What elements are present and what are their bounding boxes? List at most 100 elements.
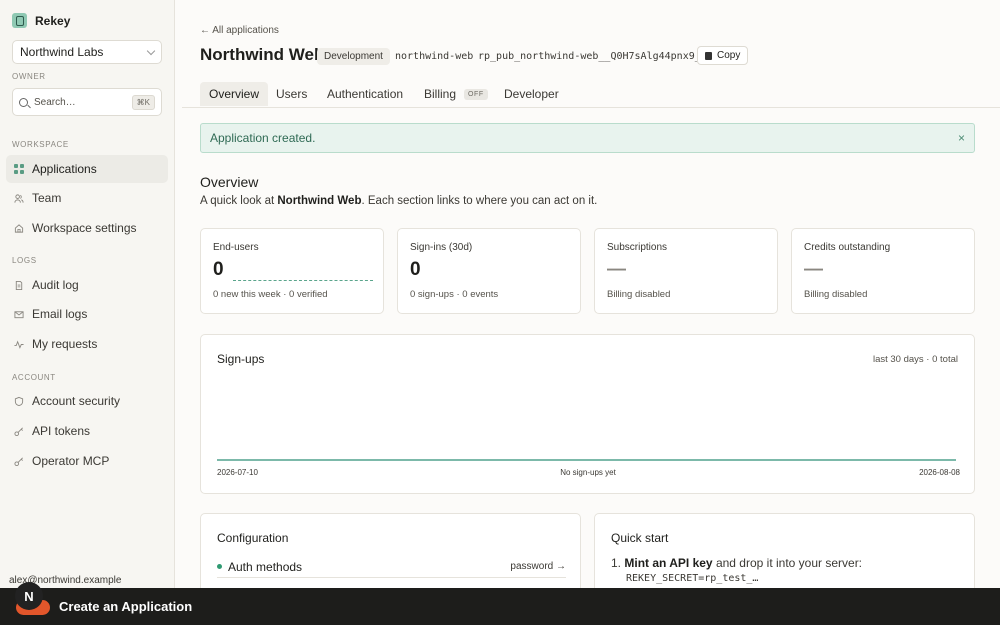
copy-label: Copy — [717, 50, 741, 61]
people-icon — [14, 193, 24, 203]
sparkline — [233, 280, 373, 281]
grid-icon — [14, 164, 24, 174]
key-icon — [14, 456, 24, 466]
avatar[interactable]: N — [15, 582, 43, 610]
sidebar-item-label: Email logs — [32, 307, 88, 321]
brand[interactable]: Rekey — [12, 13, 70, 28]
copy-icon — [705, 51, 712, 60]
main-content: ← All applications Northwind Web Develop… — [175, 0, 1000, 625]
document-icon — [14, 280, 24, 290]
sidebar-item-team[interactable]: Team — [6, 184, 168, 212]
stat-sub: Billing disabled — [607, 289, 671, 300]
stat-card-sign-ins[interactable]: Sign-ins (30d) 0 0 sign-ups · 0 events — [397, 228, 581, 314]
sign-ups-chart: 2026-07-10 No sign-ups yet 2026-08-08 — [217, 459, 961, 477]
sidebar-item-operator-mcp[interactable]: Operator MCP — [6, 447, 168, 475]
stat-value: 0 — [213, 259, 224, 280]
quick-start-step-1: 1. Mint an API key and drop it into your… — [611, 556, 862, 570]
step-action[interactable]: Mint an API key — [624, 556, 712, 570]
sidebar-item-label: Audit log — [32, 278, 79, 292]
stat-label: Subscriptions — [607, 242, 668, 253]
billing-off-badge: OFF — [464, 88, 488, 100]
stat-value: — — [804, 259, 823, 280]
tab-overview[interactable]: Overview — [200, 82, 269, 106]
stat-card-subscriptions[interactable]: Subscriptions — Billing disabled — [594, 228, 778, 314]
desc-suffix: . Each section links to where you can ac… — [361, 195, 598, 207]
search-shortcut: ⌘K — [131, 94, 155, 110]
tab-billing[interactable]: Billing OFF — [415, 82, 497, 106]
auth-methods-value: password → — [510, 561, 566, 572]
tab-label: Overview — [209, 87, 260, 101]
stat-card-end-users[interactable]: End-users 0 0 new this week · 0 verified — [200, 228, 384, 314]
tab-authentication[interactable]: Authentication — [318, 82, 412, 106]
shield-icon — [14, 396, 24, 406]
x-tick-end: 2026-08-08 — [919, 468, 960, 477]
home-icon — [14, 223, 24, 233]
sidebar-item-api-tokens[interactable]: API tokens — [6, 417, 168, 445]
quick-start-title: Quick start — [611, 531, 669, 545]
empty-state-label: No sign-ups yet — [560, 468, 616, 477]
success-alert: Application created. × — [200, 123, 975, 153]
stat-sub: Billing disabled — [804, 289, 868, 300]
search-input[interactable]: Search… ⌘K — [12, 88, 162, 116]
mail-icon — [14, 309, 24, 319]
tab-bar: Overview Users Authentication Billing OF… — [182, 80, 1000, 108]
sidebar-item-workspace-settings[interactable]: Workspace settings — [6, 214, 168, 242]
sidebar-item-label: Workspace settings — [32, 221, 137, 235]
activity-icon — [14, 339, 24, 349]
stat-sub: 0 sign-ups · 0 events — [410, 289, 499, 300]
sidebar-item-label: My requests — [32, 337, 98, 351]
sidebar-item-label: Account security — [32, 394, 121, 408]
auth-methods-label: Auth methods — [228, 559, 303, 574]
sidebar-item-account-security[interactable]: Account security — [6, 387, 168, 415]
overview-title: Overview — [200, 174, 259, 190]
page-title: Northwind Web — [200, 45, 325, 64]
sign-ups-chart-card: Sign-ups last 30 days · 0 total 2026-07-… — [200, 334, 975, 494]
tab-label: Billing — [424, 87, 457, 101]
app-slug: northwind-web — [395, 51, 474, 62]
stat-value: 0 — [410, 259, 421, 280]
public-key: rp_pub_northwind-web__Q0H7sAlg44pnx9_ — [478, 51, 701, 62]
status-dot-icon — [217, 564, 222, 569]
sidebar-item-label: Applications — [32, 162, 97, 176]
logs-label: LOGS — [12, 256, 37, 265]
sidebar-item-email-logs[interactable]: Email logs — [6, 300, 168, 328]
org-name: Northwind Labs — [20, 45, 104, 59]
rekey-logo-icon — [12, 13, 27, 28]
tab-label: Authentication — [327, 87, 404, 101]
search-icon — [19, 97, 28, 107]
owner-label: OWNER — [12, 72, 46, 81]
stat-sub: 0 new this week · 0 verified — [213, 289, 328, 300]
account-label: ACCOUNT — [12, 373, 56, 382]
search-placeholder: Search… — [34, 96, 76, 108]
environment-badge: Development — [317, 48, 390, 65]
tab-label: Users — [276, 87, 308, 101]
tab-developer[interactable]: Developer — [495, 82, 568, 106]
bottom-bar-title: Create an Application — [59, 599, 193, 614]
auth-methods-row[interactable]: Auth methods password → — [217, 556, 566, 578]
copy-button[interactable]: Copy — [697, 46, 749, 65]
close-icon[interactable]: × — [958, 131, 965, 145]
bottom-bar: Create an Application — [0, 588, 1000, 625]
desc-app-name: Northwind Web — [277, 195, 362, 207]
tab-users[interactable]: Users — [267, 82, 316, 106]
back-to-applications-link[interactable]: ← All applications — [200, 25, 279, 36]
sidebar-item-my-requests[interactable]: My requests — [6, 330, 168, 358]
sidebar-item-label: Operator MCP — [32, 454, 110, 468]
overview-description: A quick look at Northwind Web. Each sect… — [200, 195, 597, 207]
chevron-down-icon — [146, 46, 156, 55]
sidebar-item-applications[interactable]: Applications — [6, 155, 168, 183]
workspace-label: WORKSPACE — [12, 140, 69, 149]
stat-label: End-users — [213, 242, 259, 253]
key-icon — [14, 426, 24, 436]
x-tick-start: 2026-07-10 — [217, 468, 258, 477]
step-text: and drop it into your server: — [712, 556, 863, 570]
secret-code: REKEY_SECRET=rp_test_… — [626, 573, 759, 584]
stat-card-credits-outstanding[interactable]: Credits outstanding — Billing disabled — [791, 228, 975, 314]
sidebar-item-label: Team — [32, 191, 62, 205]
brand-name: Rekey — [35, 13, 71, 28]
sidebar-item-label: API tokens — [32, 424, 91, 438]
org-select[interactable]: Northwind Labs — [12, 40, 162, 64]
sidebar: Rekey Northwind Labs OWNER Search… ⌘K WO… — [0, 0, 175, 625]
step-number: 1. — [611, 556, 622, 570]
sidebar-item-audit-log[interactable]: Audit log — [6, 271, 168, 299]
